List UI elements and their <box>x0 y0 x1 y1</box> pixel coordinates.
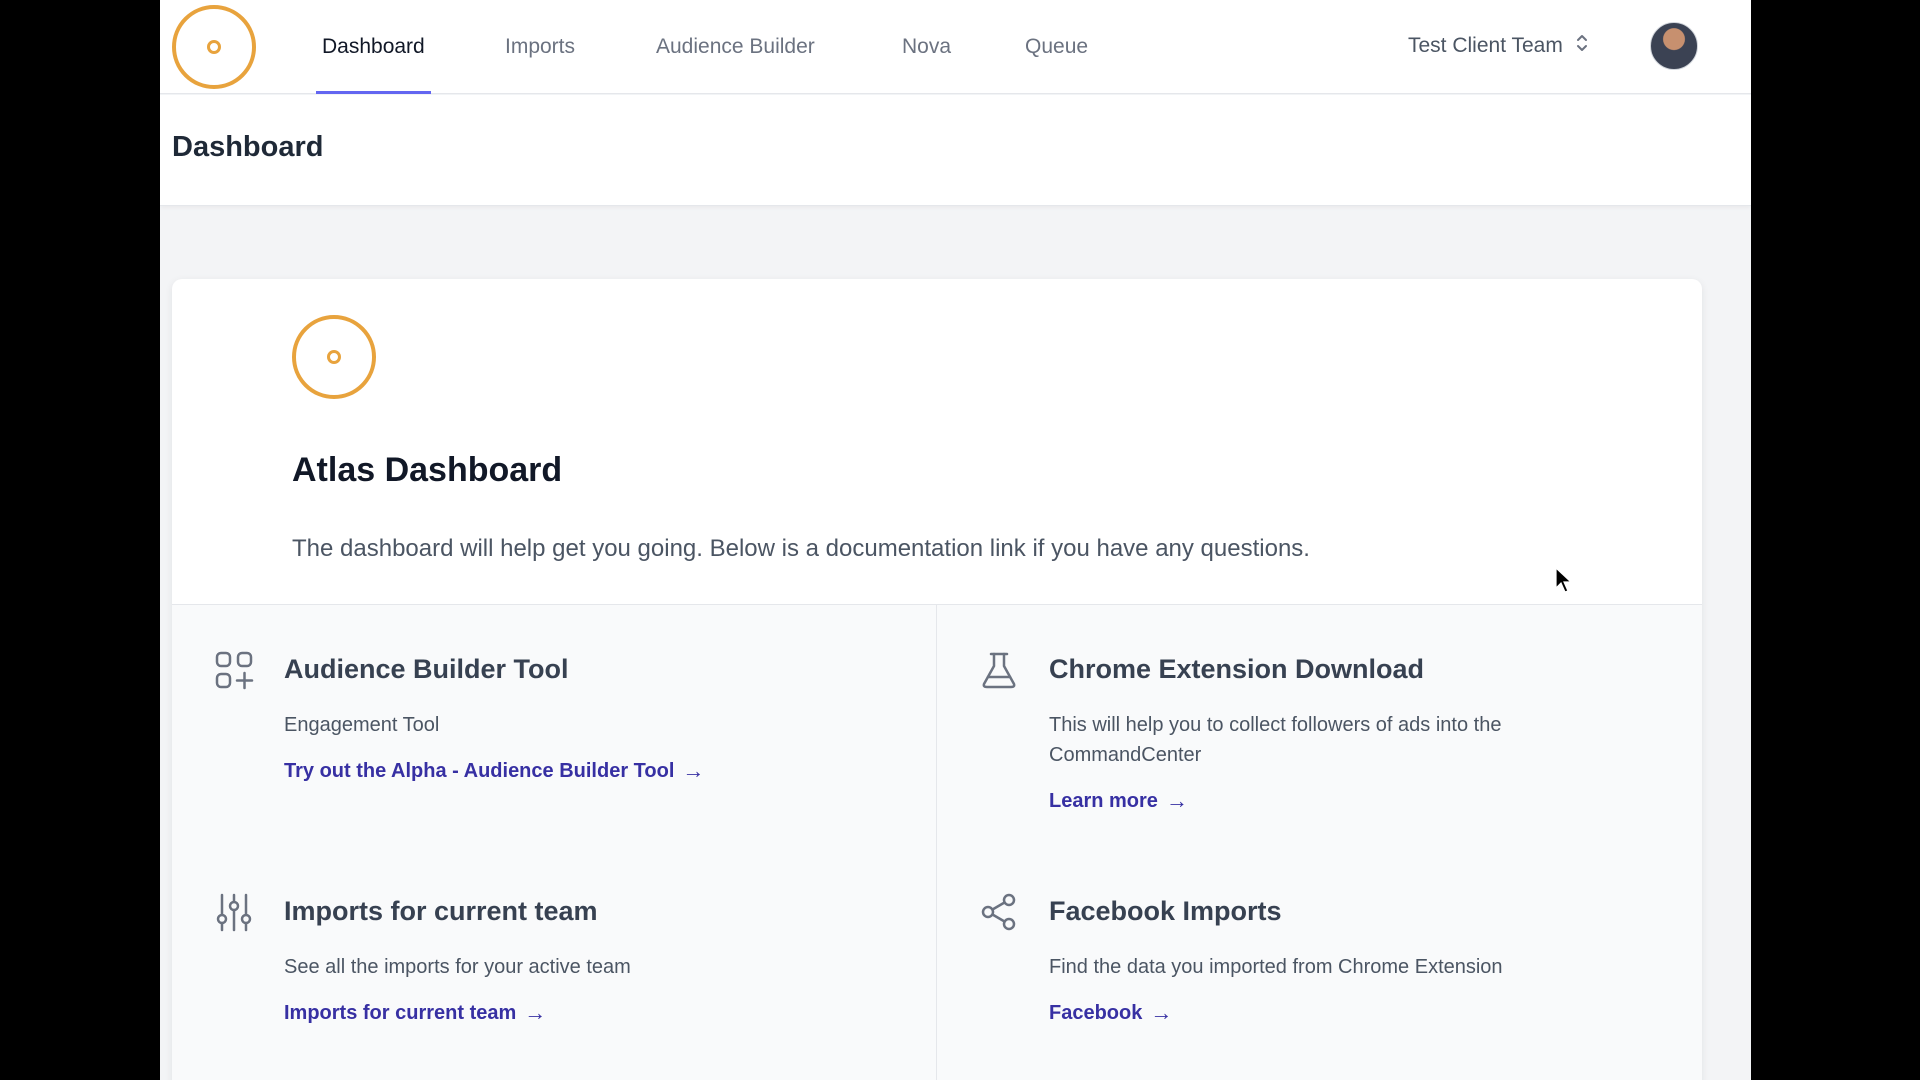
facebook-link[interactable]: Facebook → <box>1049 1000 1172 1026</box>
feature-title: Audience Builder Tool <box>284 654 569 684</box>
link-label: Learn more <box>1049 789 1158 812</box>
feature-title: Chrome Extension Download <box>1049 654 1425 684</box>
feature-title: Imports for current team <box>284 896 598 926</box>
feature-imports-team: Imports for current team See all the imp… <box>214 892 834 1052</box>
top-navigation: Dashboard Imports Audience Builder Nova … <box>160 0 1751 94</box>
grid-divider <box>936 605 937 1080</box>
feature-facebook-imports: Facebook Imports Find the data you impor… <box>979 892 1599 1052</box>
arrow-right-icon: → <box>1165 788 1188 813</box>
logo-dot <box>327 350 341 364</box>
feature-chrome-extension: Chrome Extension Download This will help… <box>979 650 1599 830</box>
link-label: Try out the Alpha - Audience Builder Too… <box>284 759 675 782</box>
user-avatar[interactable] <box>1650 22 1698 70</box>
feature-description: Engagement Tool <box>284 714 440 736</box>
imports-team-link[interactable]: Imports for current team → <box>284 1000 546 1026</box>
tab-label: Audience Builder <box>656 35 815 58</box>
beaker-icon <box>979 650 1019 690</box>
team-switcher[interactable]: Test Client Team <box>1408 28 1589 64</box>
logo-dot <box>207 40 221 54</box>
atlas-logo-icon <box>292 315 376 399</box>
team-switcher-label: Test Client Team <box>1408 34 1563 57</box>
dashboard-card: Atlas Dashboard The dashboard will help … <box>172 279 1702 1080</box>
tab-dashboard[interactable]: Dashboard <box>316 0 431 94</box>
app-window: Dashboard Imports Audience Builder Nova … <box>160 0 1751 1080</box>
share-icon <box>979 892 1019 932</box>
feature-grid: Audience Builder Tool Engagement Tool Tr… <box>172 604 1702 1080</box>
page-header: Dashboard <box>160 95 1751 206</box>
tab-nova[interactable]: Nova <box>902 0 951 94</box>
grid-plus-icon <box>214 650 254 690</box>
tab-audience-builder[interactable]: Audience Builder <box>656 0 815 94</box>
feature-description: Find the data you imported from Chrome E… <box>1049 956 1503 978</box>
active-tab-indicator <box>316 91 431 94</box>
sliders-icon <box>214 892 254 932</box>
mouse-cursor-icon <box>1555 567 1573 593</box>
learn-more-link[interactable]: Learn more → <box>1049 788 1188 814</box>
feature-audience-builder: Audience Builder Tool Engagement Tool Tr… <box>214 650 834 830</box>
card-title: Atlas Dashboard <box>292 451 563 489</box>
tab-label: Imports <box>505 35 576 58</box>
tab-queue[interactable]: Queue <box>1025 0 1088 94</box>
arrow-right-icon: → <box>1150 1000 1173 1025</box>
atlas-logo-icon[interactable] <box>172 5 256 89</box>
audience-builder-link[interactable]: Try out the Alpha - Audience Builder Too… <box>284 758 704 784</box>
tab-label: Dashboard <box>322 35 425 58</box>
link-label: Facebook <box>1049 1001 1143 1024</box>
chevron-up-down-icon <box>1575 32 1589 60</box>
feature-title: Facebook Imports <box>1049 896 1282 926</box>
arrow-right-icon: → <box>682 758 705 783</box>
card-description: The dashboard will help get you going. B… <box>292 535 1310 562</box>
feature-description: This will help you to collect followers … <box>1049 714 1502 766</box>
arrow-right-icon: → <box>524 1000 547 1025</box>
tab-imports[interactable]: Imports <box>505 0 575 94</box>
tab-label: Nova <box>902 35 952 58</box>
feature-description: See all the imports for your active team <box>284 956 631 978</box>
page-title: Dashboard <box>172 131 324 163</box>
link-label: Imports for current team <box>284 1001 517 1024</box>
tab-label: Queue <box>1025 35 1089 58</box>
